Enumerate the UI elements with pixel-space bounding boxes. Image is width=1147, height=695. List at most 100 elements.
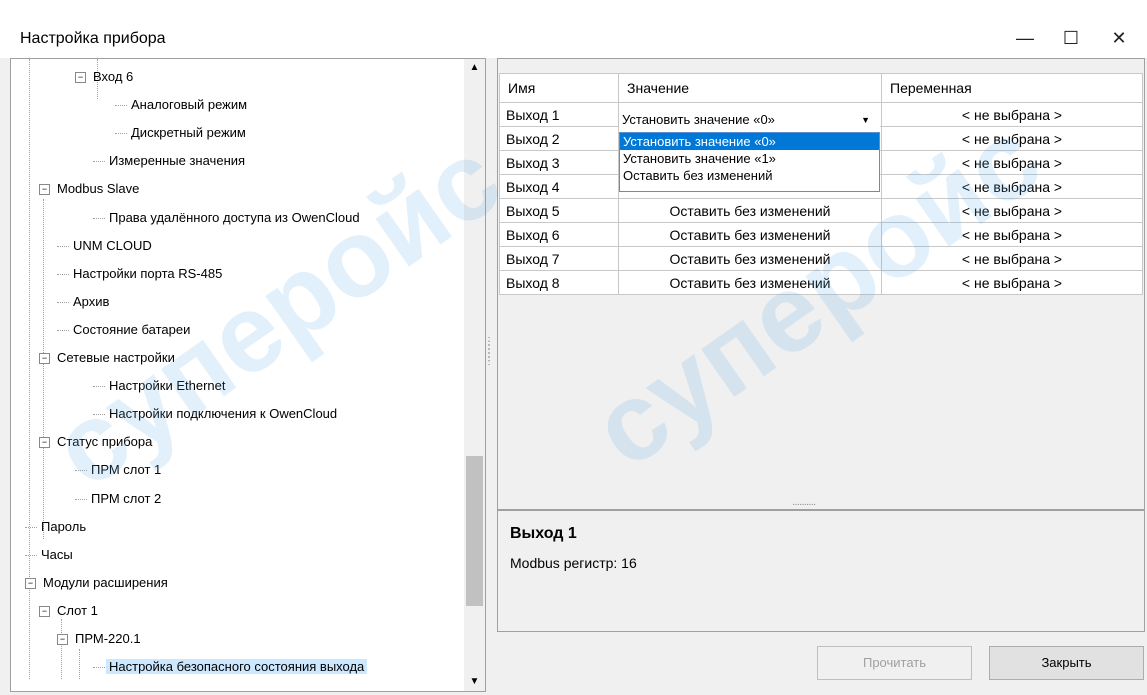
tree-branch-line xyxy=(57,273,69,275)
table-row[interactable]: Выход 5 Оставить без изменений < не выбран… xyxy=(499,198,1143,223)
column-header-name[interactable]: Имя xyxy=(499,73,619,103)
tree-item-label: ПРМ слот 1 xyxy=(91,462,162,478)
table-row[interactable]: Выход 6 Оставить без изменений < не выбран… xyxy=(499,222,1143,247)
tree-branch-line xyxy=(115,105,127,107)
title-bar: Настройка прибора — ☐ ✕ xyxy=(0,0,1147,58)
cell-variable[interactable]: < не выбрана > xyxy=(881,270,1143,295)
value-dropdown-list[interactable]: Установить значение «0» Установить значе… xyxy=(619,132,880,192)
tree-collapse-icon[interactable]: − xyxy=(39,353,50,365)
tree-collapse-icon[interactable]: − xyxy=(39,184,50,196)
cell-value[interactable]: Оставить без изменений xyxy=(618,246,882,271)
column-header-variable[interactable]: Переменная xyxy=(881,73,1143,103)
cell-name: Выход 7 xyxy=(499,246,619,271)
tree-item-label: Сетевые настройки xyxy=(57,350,175,365)
tree-item[interactable]: Настройки порта RS-485 xyxy=(57,264,225,284)
description-title: Выход 1 xyxy=(510,525,577,542)
cell-value[interactable]: Оставить без изменений xyxy=(618,222,882,247)
tree-item[interactable]: Настройки Ethernet xyxy=(93,376,229,396)
tree-item[interactable]: Настройка безопасного состояния выхода xyxy=(93,657,368,677)
tree-item-label: Архив xyxy=(73,293,110,309)
tree-item-label: Измеренные значения xyxy=(109,153,246,169)
tree-branch-line xyxy=(93,217,105,219)
cell-variable[interactable]: < не выбрана > xyxy=(881,246,1143,271)
tree-item-label: Часы xyxy=(41,546,73,562)
tree-item[interactable]: − Статус прибора xyxy=(39,432,155,452)
tree-item-label: Настройки Ethernet xyxy=(109,378,226,394)
cell-variable[interactable]: < не выбрана > xyxy=(881,222,1143,247)
scroll-down-arrow-icon[interactable]: ▼ xyxy=(464,673,485,691)
tree-item[interactable]: − Сетевые настройки xyxy=(39,348,178,368)
description-panel: Выход 1 Modbus регистр: 16 xyxy=(497,510,1145,632)
read-button[interactable]: Прочитать xyxy=(817,646,972,680)
tree-item-label: Модули расширения xyxy=(43,574,168,590)
tree-branch-line xyxy=(25,554,37,556)
tree-branch-line xyxy=(93,667,105,669)
vertical-splitter[interactable]: ⋮ ⋮ ⋮ ⋮ ⋮ ⋮ xyxy=(484,337,494,367)
value-combobox[interactable]: Установить значение «0» ▼ xyxy=(619,109,880,131)
tree-item[interactable]: UNM CLOUD xyxy=(57,236,155,256)
tree-branch-line xyxy=(57,245,69,247)
tree-item[interactable]: Пароль xyxy=(25,517,89,537)
column-header-value[interactable]: Значение xyxy=(618,73,882,103)
cell-value[interactable]: Оставить без изменений xyxy=(618,198,882,223)
description-text: Modbus регистр: 16 xyxy=(510,555,637,571)
horizontal-splitter[interactable]: ·········· xyxy=(792,499,816,510)
tree-item[interactable]: Измеренные значения xyxy=(93,151,248,171)
cell-variable[interactable]: < не выбрана > xyxy=(881,198,1143,223)
close-button[interactable]: Закрыть xyxy=(989,646,1144,680)
dropdown-option[interactable]: Установить значение «0» xyxy=(620,133,879,150)
tree-branch-line xyxy=(93,414,105,416)
close-window-button[interactable]: ✕ xyxy=(1104,26,1134,50)
combobox-value: Установить значение «0» xyxy=(622,112,775,127)
cell-variable[interactable]: < не выбрана > xyxy=(881,174,1143,199)
dropdown-option[interactable]: Оставить без изменений xyxy=(620,167,879,184)
cell-variable[interactable]: < не выбрана > xyxy=(881,150,1143,175)
tree-item-label: Статус прибора xyxy=(57,434,153,450)
tree-collapse-icon[interactable]: − xyxy=(57,634,68,646)
tree-item[interactable]: Состояние батареи xyxy=(57,320,193,340)
tree-collapse-icon[interactable]: − xyxy=(39,437,50,449)
tree-collapse-icon[interactable]: − xyxy=(75,72,86,84)
tree-item-label: ПРМ-220.1 xyxy=(75,631,141,646)
tree-item-label: ПРМ слот 2 xyxy=(91,490,162,506)
cell-name: Выход 4 xyxy=(499,174,619,199)
cell-variable[interactable]: < не выбрана > xyxy=(881,102,1143,127)
tree-item[interactable]: − ПРМ-220.1 xyxy=(57,629,144,649)
tree-collapse-icon[interactable]: − xyxy=(25,577,36,589)
tree-branch-line xyxy=(93,386,105,388)
tree-item[interactable]: ПРМ слот 1 xyxy=(75,460,164,480)
dropdown-option[interactable]: Установить значение «1» xyxy=(620,150,879,167)
tree-item-label: Modbus Slave xyxy=(57,181,140,197)
table-row[interactable]: Выход 8 Оставить без изменений < не выбран… xyxy=(499,270,1143,295)
maximize-button[interactable]: ☐ xyxy=(1056,26,1086,50)
device-settings-tree[interactable]: − Вход 6 Аналоговый режим Дискретный режим И… xyxy=(10,58,486,692)
tree-item[interactable]: Права удалённого доступа из OwenCloud xyxy=(93,208,363,228)
cell-name: Выход 3 xyxy=(499,150,619,175)
cell-value[interactable]: Оставить без изменений xyxy=(618,270,882,295)
tree-item-label: Состояние батареи xyxy=(73,321,191,337)
tree-item[interactable]: ПРМ слот 2 xyxy=(75,489,164,509)
tree-item[interactable]: − Слот 1 xyxy=(39,601,101,621)
tree-item[interactable]: Настройки подключения к OwenCloud xyxy=(93,404,340,424)
window-title: Настройка прибора xyxy=(20,30,166,47)
scrollbar-thumb[interactable] xyxy=(466,456,483,607)
minimize-button[interactable]: — xyxy=(1010,26,1040,50)
tree-item[interactable]: Аналоговый режим xyxy=(115,95,250,115)
tree-item[interactable]: Архив xyxy=(57,292,112,312)
tree-branch-line xyxy=(57,301,69,303)
scroll-up-arrow-icon[interactable]: ▲ xyxy=(464,59,485,77)
tree-item[interactable]: − Modbus Slave xyxy=(39,179,142,199)
table-row[interactable]: Выход 7 Оставить без изменений < не выбран… xyxy=(499,246,1143,271)
tree-scrollbar[interactable]: ▲ ▼ xyxy=(464,59,485,691)
cell-name: Выход 8 xyxy=(499,270,619,295)
tree-item-label: Вход 6 xyxy=(93,69,134,84)
tree-item[interactable]: Часы xyxy=(25,545,76,565)
tree-branch-line xyxy=(75,498,87,500)
dropdown-arrow-icon[interactable]: ▼ xyxy=(861,109,870,131)
tree-item-label: Аналоговый режим xyxy=(131,97,248,113)
tree-collapse-icon[interactable]: − xyxy=(39,605,50,617)
cell-variable[interactable]: < не выбрана > xyxy=(881,126,1143,151)
tree-item[interactable]: Дискретный режим xyxy=(115,123,249,143)
tree-item[interactable]: − Модули расширения xyxy=(25,573,171,593)
tree-item[interactable]: − Вход 6 xyxy=(75,67,136,87)
